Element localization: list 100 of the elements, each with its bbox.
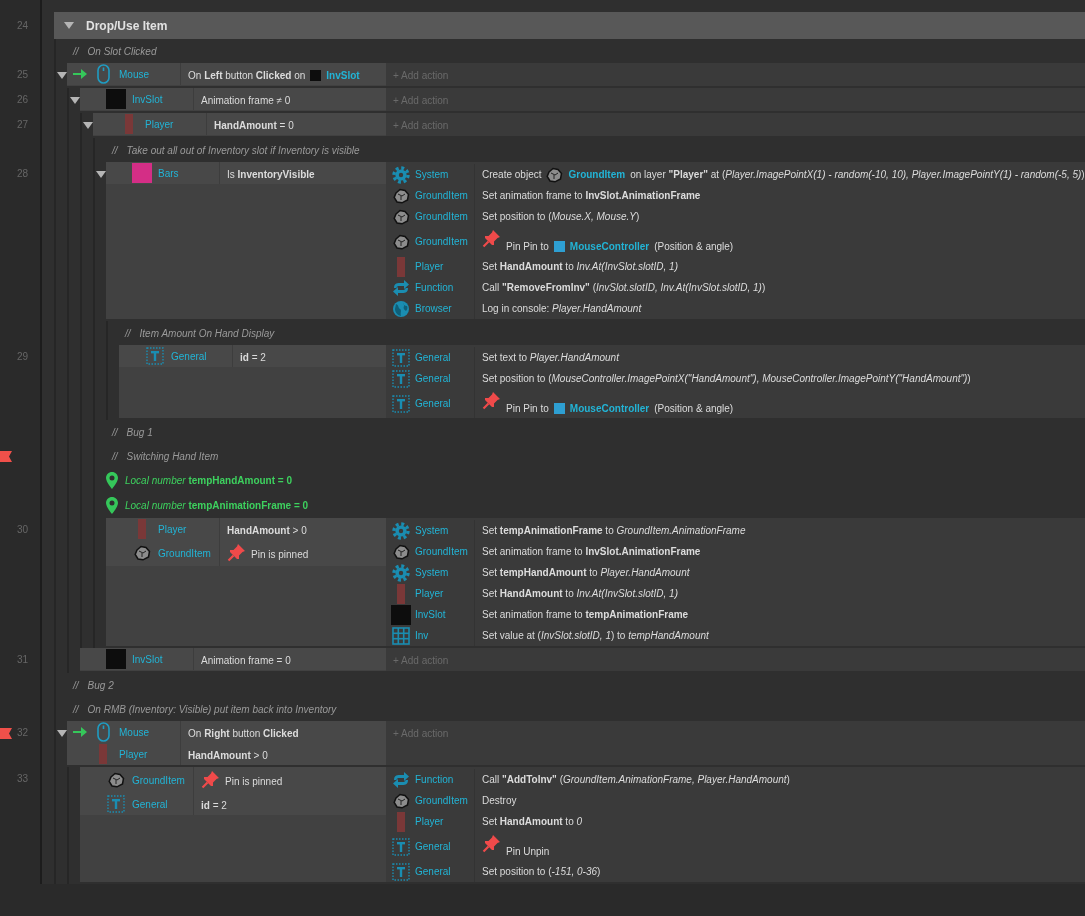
condition-row[interactable]: InvSlot Animation frame = 0 xyxy=(80,648,386,670)
condition-row[interactable]: GroundItem Pin is pinned xyxy=(106,540,386,566)
object-name: Player xyxy=(415,261,444,272)
swap-arrows-icon xyxy=(392,770,410,789)
object-name: General xyxy=(415,373,451,384)
condition-row[interactable]: Player HandAmount = 0 xyxy=(93,113,386,135)
location-pin-icon xyxy=(106,472,118,489)
action-row[interactable]: System Create object GroundItem on layer "Player" at (Player.ImagePointX(1) - random(-10, 10), Player.ImagePointY(1) - random(-5, 5)) xyxy=(386,164,1085,185)
action-text: Pin Pin to xyxy=(506,241,549,252)
object-name: GroundItem xyxy=(415,236,468,247)
condition-row[interactable]: General id = 2 xyxy=(80,793,386,815)
grid-icon xyxy=(392,626,410,645)
line-number: 26 xyxy=(16,94,28,105)
comment-text[interactable]: Item Amount On Hand Display xyxy=(139,327,275,339)
pushpin-icon xyxy=(227,543,246,562)
object-name: System xyxy=(415,525,449,536)
condition-row[interactable]: Bars Is InventoryVisible xyxy=(106,162,386,184)
action-row[interactable]: Function Call "RemoveFromInv" (InvSlot.slotID, Inv.At(InvSlot.slotID, 1)) xyxy=(386,277,1085,298)
local-variable[interactable]: Local number tempHandAmount = 0 xyxy=(125,475,292,486)
action-text: Call "RemoveFromInv" (InvSlot.slotID, Inv.At(InvSlot.slotID, 1)) xyxy=(482,282,766,293)
local-variable[interactable]: Local number tempAnimationFrame = 0 xyxy=(125,500,309,511)
comment-text[interactable]: On RMB (Inventory: Visible) put item back into Inventory xyxy=(87,703,337,715)
action-row[interactable]: GroundItem Set animation frame to InvSlot.AnimationFrame xyxy=(386,185,1085,206)
action-row[interactable]: General Pin Unpin xyxy=(386,832,1085,861)
collapse-arrow-icon[interactable] xyxy=(64,21,74,30)
object-name: GroundItem xyxy=(132,774,185,786)
gear-icon xyxy=(392,521,410,540)
line-number: 24 xyxy=(16,20,28,31)
collapse-arrow-icon[interactable] xyxy=(82,122,93,130)
condition-row[interactable]: Mouse On Left button Clicked on InvSlot xyxy=(67,63,386,85)
comment-text[interactable]: On Slot Clicked xyxy=(87,45,157,57)
condition-text: Animation frame ≠ 0 xyxy=(201,95,291,106)
action-row[interactable]: GroundItem Destroy xyxy=(386,790,1085,811)
condition-row[interactable]: General id = 2 xyxy=(119,345,386,367)
action-row[interactable]: General Set position to (MouseController.ImagePointX("HandAmount"), MouseController.ImagePointY("HandAmount")) xyxy=(386,368,1085,389)
action-row[interactable]: InvSlot Set animation frame to tempAnimationFrame xyxy=(386,604,1085,625)
condition-row[interactable]: Player HandAmount > 0 xyxy=(67,743,386,765)
action-text: (Position & angle) xyxy=(654,403,734,414)
comment-text[interactable]: Bug 2 xyxy=(87,679,114,691)
object-name: General xyxy=(415,841,451,852)
swap-arrows-icon xyxy=(392,278,410,297)
action-text: Create object xyxy=(482,169,542,180)
object-name: System xyxy=(415,169,449,180)
text-object-icon xyxy=(392,862,410,881)
collapse-arrow-icon[interactable] xyxy=(69,97,80,105)
object-name: Mouse xyxy=(119,68,149,80)
condition-row[interactable]: InvSlot Animation frame ≠ 0 xyxy=(80,88,386,110)
condition-row[interactable]: Mouse On Right button Clicked xyxy=(67,721,386,743)
action-row[interactable]: GroundItem Set animation frame to InvSlot.AnimationFrame xyxy=(386,541,1085,562)
action-text: on layer "Player" at (Player.ImagePointX(1) - random(-10, 10), Player.ImagePointY(1) - random(-5, 5)) xyxy=(630,169,1085,180)
object-name: General xyxy=(132,798,168,810)
action-text: (Position & angle) xyxy=(654,241,734,252)
object-name: Player xyxy=(119,748,148,760)
action-row[interactable]: Player Set HandAmount to Inv.At(InvSlot.slotID, 1) xyxy=(386,583,1085,604)
action-row[interactable]: GroundItem Set position to (Mouse.X, Mouse.Y) xyxy=(386,206,1085,227)
action-row[interactable]: General Set text to Player.HandAmount xyxy=(386,347,1085,368)
action-row[interactable]: System Set tempAnimationFrame to GroundItem.AnimationFrame xyxy=(386,520,1085,541)
object-name: GroundItem xyxy=(415,795,468,806)
action-row[interactable]: General Pin Pin to MouseController (Position & angle) xyxy=(386,389,1085,418)
action-row[interactable]: Browser Log in console: Player.HandAmount xyxy=(386,298,1085,319)
comment-text[interactable]: Bug 1 xyxy=(126,426,153,438)
action-text: Pin Unpin xyxy=(506,846,550,857)
action-row[interactable]: General Set position to (-151, 0-36) xyxy=(386,861,1085,882)
action-row[interactable]: Inv Set value at (InvSlot.slotID, 1) to tempHandAmount xyxy=(386,625,1085,646)
object-name: Player xyxy=(158,523,187,535)
action-text: Call "AddToInv" (GroundItem.AnimationFrame, Player.HandAmount) xyxy=(482,774,790,785)
comment-marker: // xyxy=(112,450,118,462)
line-number: 33 xyxy=(16,773,28,784)
condition-text: On Right button Clicked xyxy=(188,728,299,739)
object-name: System xyxy=(415,567,449,578)
action-row[interactable]: Player Set HandAmount to 0 xyxy=(386,811,1085,832)
object-name: Browser xyxy=(415,303,452,314)
text-object-icon xyxy=(107,795,125,813)
object-name: General xyxy=(171,350,207,362)
object-name: GroundItem xyxy=(415,546,468,557)
condition-row[interactable]: Player HandAmount > 0 xyxy=(106,518,386,540)
object-name: General xyxy=(415,398,451,409)
globe-icon xyxy=(392,299,410,318)
action-text: Set value at (InvSlot.slotID, 1) to tempHandAmount xyxy=(482,630,709,641)
comment-text[interactable]: Take out all out of Inventory slot if Inventory is visible xyxy=(126,144,360,156)
rock-icon xyxy=(392,208,410,225)
object-name: GroundItem xyxy=(568,169,626,180)
object-name: GroundItem xyxy=(415,211,468,222)
action-text: Set position to (Mouse.X, Mouse.Y) xyxy=(482,211,640,222)
collapse-arrow-icon[interactable] xyxy=(95,171,106,179)
group-header[interactable]: Drop/Use Item xyxy=(54,12,1085,39)
rock-icon xyxy=(107,772,125,788)
condition-row[interactable]: GroundItem Pin is pinned xyxy=(80,767,386,793)
action-text: Pin Pin to xyxy=(506,403,549,414)
action-text: Set position to (-151, 0-36) xyxy=(482,866,601,877)
action-row[interactable]: GroundItem Pin Pin to MouseController (Position & angle) xyxy=(386,227,1085,256)
action-row[interactable]: System Set tempHandAmount to Player.HandAmount xyxy=(386,562,1085,583)
rock-icon xyxy=(392,792,410,809)
collapse-arrow-icon[interactable] xyxy=(56,730,67,738)
comment-text[interactable]: Switching Hand Item xyxy=(126,450,219,462)
collapse-arrow-icon[interactable] xyxy=(56,72,67,80)
action-row[interactable]: Function Call "AddToInv" (GroundItem.AnimationFrame, Player.HandAmount) xyxy=(386,769,1085,790)
mouse-icon xyxy=(96,64,110,84)
action-row[interactable]: Player Set HandAmount to Inv.At(InvSlot.slotID, 1) xyxy=(386,256,1085,277)
condition-text: On Left button Clicked on xyxy=(188,70,306,81)
